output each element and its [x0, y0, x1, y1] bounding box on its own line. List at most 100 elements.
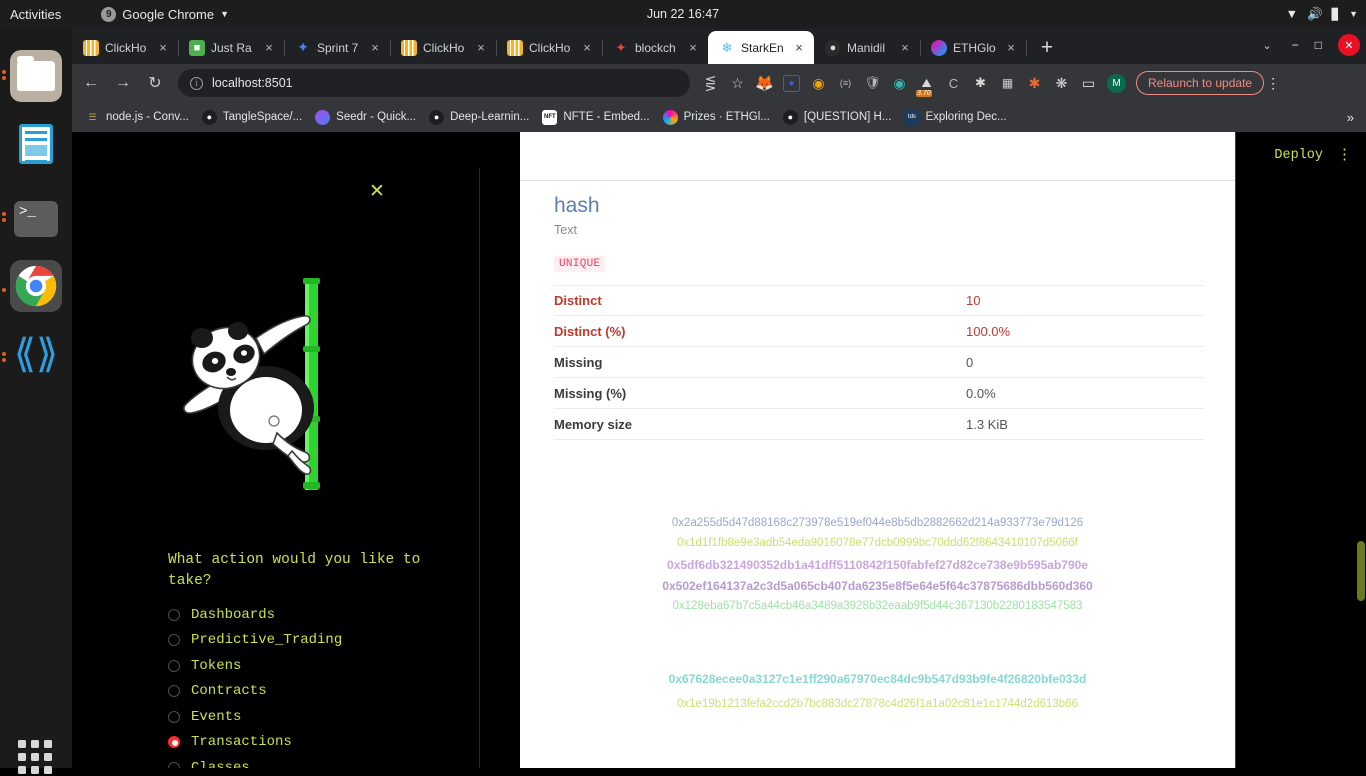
- volume-icon: 🔊: [1307, 6, 1323, 21]
- deploy-button[interactable]: Deploy: [1274, 148, 1323, 163]
- app-menu-chrome[interactable]: 9 Google Chrome ▼: [101, 6, 229, 22]
- streamlit-app: Deploy ⋮ ✕ What action would you like to…: [72, 132, 1366, 768]
- radio-option-events[interactable]: Events: [168, 704, 342, 730]
- bookmark-item[interactable]: ● [QUESTION] H...: [782, 109, 891, 125]
- radio-option-transactions[interactable]: Transactions: [168, 730, 342, 756]
- terminal-prompt-icon: >_: [14, 201, 58, 237]
- address-bar[interactable]: i localhost:8501: [178, 69, 690, 97]
- page-scrollbar-track[interactable]: [1355, 236, 1366, 768]
- radio-label: Predictive_Trading: [191, 632, 343, 649]
- bookmark-item[interactable]: ● TangleSpace/...: [201, 109, 302, 125]
- radio-circle-icon: [168, 608, 180, 621]
- tab-close-icon[interactable]: ×: [686, 40, 700, 55]
- radio-label: Classes: [191, 759, 250, 768]
- equalizer-extension[interactable]: (≡): [837, 75, 854, 92]
- bookmark-item[interactable]: tds Exploring Dec...: [904, 109, 1007, 125]
- sidepanel-icon[interactable]: ▭: [1080, 75, 1097, 92]
- dock-item-libreoffice-writer[interactable]: [10, 118, 62, 170]
- tab-close-icon[interactable]: ×: [474, 40, 488, 55]
- tab-close-icon[interactable]: ×: [580, 40, 594, 55]
- radio-option-tokens[interactable]: Tokens: [168, 653, 342, 679]
- minimize-button[interactable]: −: [1292, 38, 1299, 52]
- relaunch-to-update-button[interactable]: Relaunch to update: [1136, 71, 1265, 95]
- wordcloud-item: 0x5df6db321490352db1a41dff5110842f150fab…: [667, 558, 1088, 572]
- browser-tab[interactable]: ✦ blockch ×: [602, 31, 708, 64]
- radio-circle-icon: [168, 761, 180, 768]
- shield-extension[interactable]: 🛡: [864, 75, 881, 92]
- pocket-extension[interactable]: ◉: [810, 75, 827, 92]
- radio-label: Dashboards: [191, 606, 276, 623]
- bookmark-item[interactable]: Prizes · ETHGl...: [662, 109, 770, 125]
- browser-tab-active[interactable]: ❄ StarkEn ×: [708, 31, 814, 64]
- star-icon[interactable]: ☆: [729, 75, 746, 92]
- table-row: Missing 0: [554, 347, 1204, 378]
- close-window-button[interactable]: ✕: [1338, 34, 1360, 56]
- version-extension[interactable]: ⛰ 3.70: [916, 75, 935, 97]
- tab-close-icon[interactable]: ×: [368, 40, 382, 55]
- back-button[interactable]: ←: [78, 74, 104, 92]
- bookmarks-overflow-button[interactable]: »: [1347, 110, 1354, 125]
- reload-button[interactable]: ↻: [142, 73, 168, 93]
- dock-item-vscode[interactable]: ⟪⟫: [10, 328, 62, 380]
- bookmark-item[interactable]: ● Deep-Learnin...: [429, 109, 529, 125]
- browser-tab[interactable]: ClickHo ×: [496, 31, 603, 64]
- radio-option-contracts[interactable]: Contracts: [168, 679, 342, 705]
- streamlit-sidebar: ✕ What action would you like to take? Da…: [88, 168, 496, 768]
- browser-tab[interactable]: ClickHo ×: [72, 31, 179, 64]
- qr-extension[interactable]: ▦: [999, 75, 1016, 92]
- browser-tab[interactable]: ● Manidil ×: [814, 31, 921, 64]
- browser-tab[interactable]: ✦ Sprint 7 ×: [284, 31, 391, 64]
- stat-key: Missing (%): [554, 385, 627, 401]
- browser-tab[interactable]: ■ Just Ra ×: [178, 31, 285, 64]
- dock-item-google-chrome[interactable]: [10, 260, 62, 312]
- browser-tab[interactable]: ETHGlo ×: [920, 31, 1027, 64]
- system-tray[interactable]: ▼ 🔊 ▊ ▼: [1286, 7, 1358, 22]
- table-row: Memory size 1.3 KiB: [554, 409, 1204, 440]
- forward-button[interactable]: →: [110, 74, 136, 92]
- bookmarks-bar: ☰ node.js - Conv... ● TangleSpace/... Se…: [72, 102, 1366, 132]
- bookmark-label: Prizes · ETHGl...: [683, 111, 770, 123]
- bluesky-extension[interactable]: ●: [783, 74, 800, 92]
- show-applications-grid-icon[interactable]: [18, 740, 54, 776]
- activities-button[interactable]: Activities: [10, 7, 61, 22]
- browser-tab[interactable]: ClickHo ×: [390, 31, 497, 64]
- bookmark-item[interactable]: Seedr - Quick...: [315, 109, 416, 125]
- action-radio-group[interactable]: Dashboards Predictive_Trading Tokens Con…: [168, 602, 342, 768]
- stat-value: 10: [966, 293, 981, 308]
- tab-close-icon[interactable]: ×: [262, 40, 276, 55]
- vscode-icon: ⟪⟫: [13, 332, 59, 376]
- kebab-menu-icon[interactable]: ⋮: [1337, 147, 1352, 162]
- radio-option-predictive-trading[interactable]: Predictive_Trading: [168, 628, 342, 654]
- c-extension[interactable]: C: [945, 75, 962, 92]
- clock[interactable]: Jun 22 16:47: [647, 7, 719, 21]
- close-icon[interactable]: ✕: [369, 180, 385, 203]
- dock-item-terminal[interactable]: >_: [10, 193, 62, 245]
- tab-close-icon[interactable]: ×: [898, 40, 912, 55]
- dock-item-files[interactable]: [10, 50, 62, 102]
- kebab-menu-icon[interactable]: ⋮: [1264, 75, 1282, 92]
- radio-option-classes[interactable]: Classes: [168, 755, 342, 768]
- tab-search-icon[interactable]: ⌄: [1263, 39, 1272, 52]
- column-type: Text: [554, 223, 577, 237]
- radio-option-dashboards[interactable]: Dashboards: [168, 602, 342, 628]
- tab-close-icon[interactable]: ×: [792, 40, 806, 55]
- page-scrollbar-thumb[interactable]: [1357, 541, 1365, 601]
- info-circle-icon[interactable]: i: [190, 76, 203, 90]
- share-icon[interactable]: ⋚: [702, 75, 719, 92]
- new-tab-button[interactable]: +: [1034, 36, 1060, 60]
- profile-avatar[interactable]: M: [1107, 73, 1126, 93]
- sidebar-question-label: What action would you like to take?: [168, 552, 421, 589]
- tab-label: blockch: [635, 40, 676, 55]
- bookmark-item[interactable]: ☰ node.js - Conv...: [85, 110, 188, 125]
- maximize-button[interactable]: □: [1315, 38, 1322, 52]
- ai-extension[interactable]: ✱: [1026, 75, 1043, 92]
- table-row: Missing (%) 0.0%: [554, 378, 1204, 409]
- tab-close-icon[interactable]: ×: [1004, 40, 1018, 55]
- tab-close-icon[interactable]: ×: [156, 40, 170, 55]
- metamask-extension[interactable]: 🦊: [755, 75, 774, 92]
- image-icon: ■: [189, 39, 205, 56]
- globe-extension[interactable]: ◉: [891, 75, 908, 92]
- puzzle-extensions-icon[interactable]: ❋: [1053, 75, 1070, 92]
- bookmark-item[interactable]: NFT NFTE - Embed...: [542, 109, 650, 125]
- bug-extension[interactable]: ✱: [972, 75, 989, 92]
